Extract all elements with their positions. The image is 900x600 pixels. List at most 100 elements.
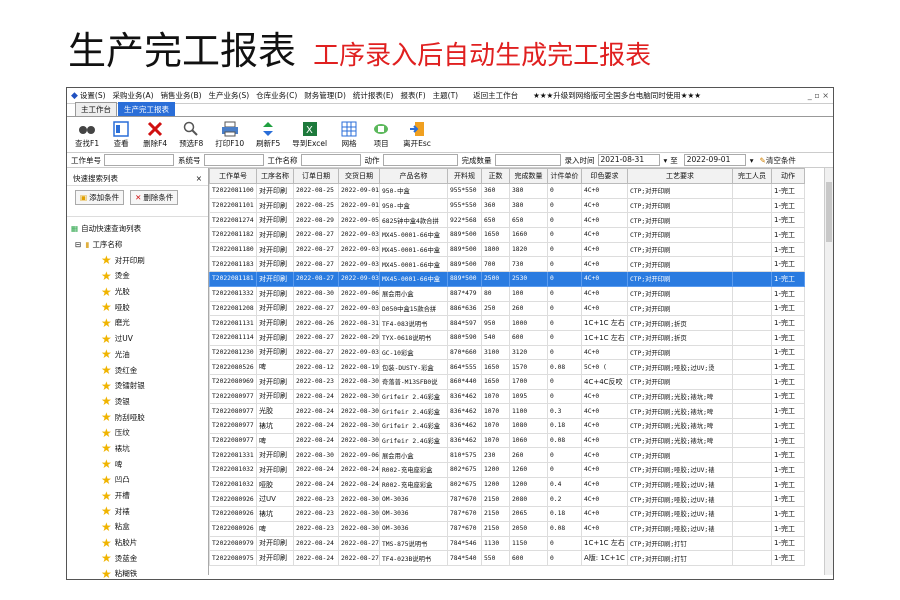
delete-condition-button[interactable]: ✕ 删除条件 — [130, 190, 179, 205]
table-row[interactable]: T2022080977 光胶 2022-08-24 2022-08-30 Grifeir… — [209, 403, 805, 419]
table-row[interactable]: T2022081100 对开印刷 2022-08-25 2022-09-01 950-中… — [209, 183, 805, 199]
add-condition-button[interactable]: ▣ 添加条件 — [75, 190, 125, 205]
menu-production[interactable]: 生产业务(S) — [209, 90, 250, 101]
tree-item[interactable]: ★ 烫镭射银 — [67, 378, 208, 394]
menu-theme[interactable]: 主题(T) — [433, 90, 458, 101]
tab-main-workbench[interactable]: 主工作台 — [75, 102, 117, 116]
project-button[interactable]: 项目 — [371, 121, 391, 149]
column-header[interactable]: 正数 — [481, 168, 510, 184]
collapse-icon[interactable]: ⊟ — [75, 240, 81, 249]
tree-item[interactable]: ★ 哑胶 — [67, 299, 208, 315]
table-row[interactable]: T2022081181 对开印刷 2022-08-27 2022-09-03 MX45-… — [209, 271, 805, 287]
table-row[interactable]: T2022081230 对开印刷 2022-08-27 2022-09-03 GC-10… — [209, 344, 805, 361]
table-row[interactable]: T2022081180 对开印刷 2022-08-27 2022-09-03 MX45-… — [209, 241, 805, 258]
table-row[interactable]: T2022081332 对开印刷 2022-08-30 2022-09-06 展会用小盒… — [209, 285, 805, 302]
tree-item[interactable]: ★ 对开印刷 — [67, 252, 208, 268]
print-button[interactable]: 打印F10 — [215, 121, 244, 149]
column-header[interactable]: 工序名称 — [256, 168, 294, 184]
column-header[interactable]: 完工人员 — [732, 168, 772, 184]
table-row[interactable]: T2022080977 对开印刷 2022-08-24 2022-08-30 Grife… — [209, 388, 805, 405]
tree-item[interactable]: ★ 烫金 — [67, 268, 208, 284]
tree-item[interactable]: ★ 凹凸 — [67, 472, 208, 488]
table-row[interactable]: T2022081131 对开印刷 2022-08-26 2022-08-31 TF4-0… — [209, 315, 805, 331]
work-name-input[interactable] — [300, 154, 361, 166]
table-row[interactable]: T2022081182 对开印刷 2022-08-27 2022-09-03 MX45-… — [209, 227, 805, 243]
date-to-dropdown-icon[interactable]: ▾ — [750, 156, 754, 165]
column-header[interactable]: 动作 — [771, 168, 805, 184]
column-header[interactable]: 工作单号 — [209, 168, 257, 184]
table-row[interactable]: T2022080926 过UV 2022-08-23 2022-08-30 OM-303… — [209, 491, 805, 508]
column-header[interactable]: 计件单价 — [547, 168, 582, 184]
tree-item[interactable]: ★ 过UV — [67, 331, 208, 347]
tree-item[interactable]: ★ 光胶 — [67, 284, 208, 300]
tree-item[interactable]: ★ 烫银 — [67, 394, 208, 410]
table-row[interactable]: T2022080979 对开印刷 2022-08-24 2022-08-27 TMS-8… — [209, 535, 805, 552]
close-icon[interactable]: × — [196, 174, 202, 183]
menu-settings[interactable]: 设置(S) — [80, 90, 106, 101]
table-row[interactable]: T2022080926 啤 2022-08-23 2022-08-30 OM-3036 7… — [209, 520, 805, 537]
menu-help[interactable]: 报表(F) — [400, 90, 425, 101]
completed-qty-input[interactable] — [494, 154, 561, 166]
vertical-scrollbar[interactable] — [824, 168, 833, 575]
column-header[interactable]: 交货日期 — [338, 168, 380, 184]
table-row[interactable]: T2022081032 对开印刷 2022-08-24 2022-08-24 R002-… — [209, 462, 805, 478]
order-no-input[interactable] — [104, 154, 174, 166]
menu-sales[interactable]: 销售业务(B) — [161, 90, 202, 101]
delete-button[interactable]: 删除F4 — [143, 121, 167, 149]
tree-item[interactable]: ★ 防刮哑胶 — [67, 409, 208, 425]
tree-item[interactable]: ★ 开槽 — [67, 488, 208, 504]
table-row[interactable]: T2022081208 对开印刷 2022-08-27 2022-09-03 D050中… — [209, 300, 805, 317]
tree-item[interactable]: ★ 粘糊铁 — [67, 566, 208, 579]
table-row[interactable]: T2022080977 裱坑 2022-08-24 2022-08-30 Grifeir… — [209, 418, 805, 434]
menu-finance[interactable]: 财务管理(D) — [304, 90, 346, 101]
action-input[interactable] — [382, 154, 458, 166]
export-excel-button[interactable]: X 导到Excel — [292, 121, 327, 149]
tree-group[interactable]: ⊟ ▮ 工序名称 — [67, 237, 208, 253]
table-row[interactable]: T2022081032 哑胶 2022-08-24 2022-08-24 R002-充电… — [209, 476, 805, 493]
system-no-input[interactable] — [203, 154, 264, 166]
column-header[interactable]: 完成数量 — [509, 168, 548, 184]
column-header[interactable]: 产品名称 — [379, 168, 448, 184]
tree-item[interactable]: ★ 啤 — [67, 456, 208, 472]
exit-button[interactable]: 离开Esc — [403, 121, 431, 149]
find-button[interactable]: 查找F1 — [75, 121, 99, 149]
tree-item[interactable]: ★ 光油 — [67, 347, 208, 363]
column-header[interactable]: 订单日期 — [293, 168, 339, 184]
window-controls[interactable]: _ ▫ × — [808, 91, 829, 100]
refresh-button[interactable]: 刷新F5 — [256, 121, 280, 149]
menu-return-main[interactable]: 返回主工作台 — [473, 90, 518, 101]
date-from-dropdown-icon[interactable]: ▾ — [664, 156, 668, 165]
menu-stats[interactable]: 统计报表(E) — [353, 90, 394, 101]
menu-warehouse[interactable]: 仓库业务(C) — [256, 90, 297, 101]
table-row[interactable]: T2022081331 对开印刷 2022-08-30 2022-09-06 展会用小盒… — [209, 447, 805, 464]
tree-item[interactable]: ★ 粘胶片 — [67, 535, 208, 551]
table-row[interactable]: T2022081183 对开印刷 2022-08-27 2022-09-03 MX45-… — [209, 256, 805, 273]
tab-completion-report[interactable]: 生产完工报表 — [118, 102, 175, 116]
column-header[interactable]: 开料规 — [447, 168, 482, 184]
table-row[interactable]: T2022080975 对开印刷 2022-08-24 2022-08-27 TF4-0… — [209, 550, 805, 566]
column-header[interactable]: 工艺要求 — [627, 168, 733, 184]
tree-item[interactable]: ★ 磨光 — [67, 315, 208, 331]
date-from-input[interactable]: 2021-08-31 — [597, 154, 660, 166]
tree-item[interactable]: ★ 烫红金 — [67, 362, 208, 378]
view-button[interactable]: 查看 — [111, 121, 131, 149]
table-row[interactable]: T2022080977 啤 2022-08-24 2022-08-30 Grifeir … — [209, 432, 805, 449]
table-row[interactable]: T2022081114 对开印刷 2022-08-27 2022-08-29 TYX-0… — [209, 329, 805, 346]
table-row[interactable]: T2022080526 啤 2022-08-12 2022-08-19 包装-DUSTY… — [209, 359, 805, 375]
tree-item[interactable]: ★ 粘盒 — [67, 519, 208, 535]
scroll-thumb[interactable] — [826, 182, 832, 242]
tree-item[interactable]: ★ 裱坑 — [67, 441, 208, 457]
tree-root[interactable]: ▦ 自动快速查询列表 — [67, 221, 208, 237]
tree-item[interactable]: ★ 烫蓝金 — [67, 550, 208, 566]
column-header[interactable]: 印色要求 — [581, 168, 628, 184]
tree-item[interactable]: ★ 压纹 — [67, 425, 208, 441]
menu-purchase[interactable]: 采购业务(A) — [113, 90, 154, 101]
table-row[interactable]: T2022081274 对开印刷 2022-08-29 2022-09-05 6825钟… — [209, 212, 805, 229]
tree-item[interactable]: ★ 对裱 — [67, 503, 208, 519]
clear-conditions-button[interactable]: ✎清空条件 — [760, 155, 796, 166]
grid-button[interactable]: 网格 — [339, 121, 359, 149]
date-to-input[interactable]: 2022-09-01 — [683, 154, 746, 166]
table-row[interactable]: T2022080926 裱坑 2022-08-23 2022-08-30 OM-3036… — [209, 506, 805, 522]
preselect-button[interactable]: 预选F8 — [179, 121, 203, 149]
table-row[interactable]: T2022080969 对开印刷 2022-08-23 2022-08-30 奇落普-M… — [209, 373, 805, 390]
